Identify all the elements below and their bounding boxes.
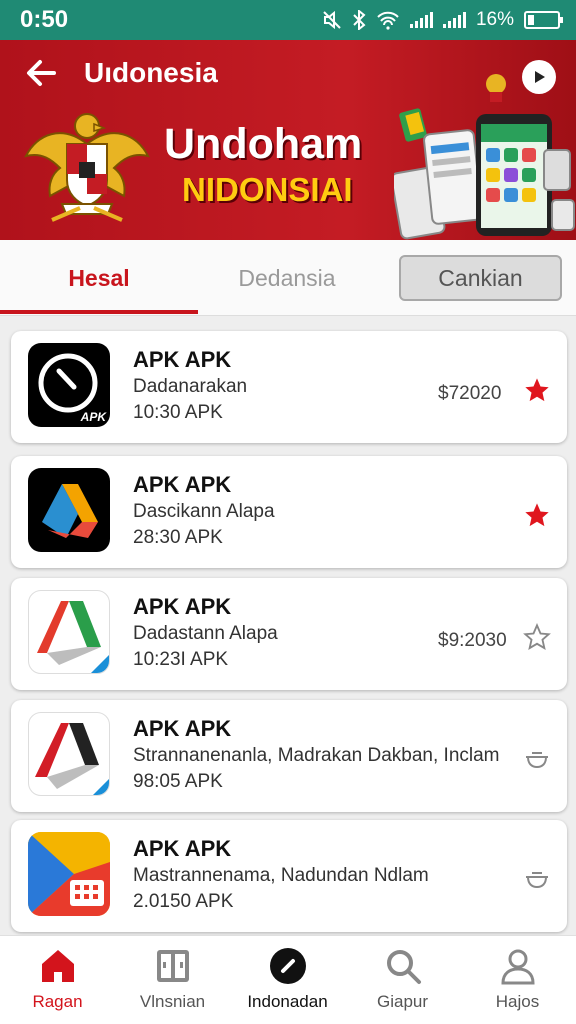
status-bar: 0:50 16% <box>0 0 576 40</box>
phones-illustration-icon <box>394 74 575 240</box>
app-price: $9:2030 <box>438 630 507 651</box>
app-subtitle: Dadastann Alapa <box>133 623 278 644</box>
app-icon-clock-icon: APK <box>28 343 110 427</box>
nav-label: Ragan <box>32 992 83 1011</box>
app-name: APK APK <box>133 347 232 372</box>
home-icon <box>42 950 74 982</box>
list-item[interactable]: APK APK Dascikann Alapa 28:30 APK <box>11 456 567 568</box>
cell-signal-2-icon <box>442 12 466 28</box>
app-subtitle: Dadanarakan <box>133 376 248 397</box>
app-icon-badge: APK <box>80 410 106 424</box>
search-icon <box>387 950 421 984</box>
app-name: APK APK <box>133 594 232 619</box>
nav-label: Vlnsnian <box>139 992 206 1011</box>
tab-cankian[interactable]: Cankian <box>399 255 562 301</box>
nav-label: Giapur <box>376 992 429 1011</box>
nav-item-hajos[interactable]: Hajos <box>460 936 575 1024</box>
app-icon-drive-icon <box>28 468 110 552</box>
banner-subheading: NIDONSIAI <box>182 171 353 208</box>
bowl-icon[interactable] <box>523 865 551 893</box>
nav-label: Hajos <box>495 992 540 1011</box>
app-icon-triangle-dark-icon <box>28 712 110 796</box>
mute-icon <box>323 10 341 30</box>
app-name: APK APK <box>133 836 232 861</box>
status-time: 0:50 <box>20 6 69 33</box>
page-title: Uıdonesia <box>84 57 218 88</box>
app-price: $72020 <box>438 383 502 404</box>
bowl-icon[interactable] <box>523 745 551 773</box>
nav-item-vlnsnian[interactable]: Vlnsnian <box>115 936 230 1024</box>
app-icon-play-store-icon <box>28 832 110 916</box>
book-icon <box>157 950 189 982</box>
compass-icon <box>270 948 306 984</box>
app-subtitle: Mastrannenama, Nadundan Ndlam <box>133 865 429 886</box>
bluetooth-icon <box>353 10 366 30</box>
list-item[interactable]: APK APK Strannanenanla, Madrakan Dakban,… <box>11 700 567 812</box>
app-name: APK APK <box>133 472 232 497</box>
app-name: APK APK <box>133 716 232 741</box>
person-icon <box>501 949 535 985</box>
star-filled-icon[interactable] <box>523 376 551 404</box>
nav-label: Indonadan <box>247 992 328 1011</box>
banner-heading: Undoham <box>164 120 363 168</box>
nav-item-ragan[interactable]: Ragan <box>0 936 115 1024</box>
play-icon <box>535 71 545 83</box>
status-icons: 16% <box>322 9 563 31</box>
app-version: 10:23I APK <box>133 649 229 670</box>
app-version: 28:30 APK <box>133 527 223 548</box>
play-button[interactable] <box>522 60 556 94</box>
app-subtitle: Dascikann Alapa <box>133 501 275 522</box>
tab-hesal[interactable]: Hesal <box>0 240 198 316</box>
star-outline-icon[interactable] <box>523 623 551 651</box>
app-icon-triangle-icon <box>28 590 110 674</box>
wifi-icon <box>377 11 399 30</box>
nav-item-giapur[interactable]: Giapur <box>345 936 460 1024</box>
garuda-emblem-icon <box>24 113 150 222</box>
battery-percent: 16% <box>475 9 514 30</box>
back-arrow-icon[interactable] <box>24 56 58 90</box>
cell-signal-icon <box>409 12 433 28</box>
list-item[interactable]: APK APK Mastrannenama, Nadundan Ndlam 2.… <box>11 820 567 932</box>
star-filled-icon[interactable] <box>523 501 551 529</box>
tab-bar: Hesal Dedansia Cankian <box>0 240 576 316</box>
bottom-nav: Ragan Vlnsnian Indonadan Giapur Hajos <box>0 935 576 1024</box>
tab-dedansia[interactable]: Dedansia <box>198 240 376 316</box>
header-banner: Uıdonesia Undoham NIDONSIAI <box>0 40 576 240</box>
app-subtitle: Strannanenanla, Madrakan Dakban, Inclam <box>133 745 500 766</box>
nav-item-indonadan[interactable]: Indonadan <box>230 936 345 1024</box>
app-version: 98:05 APK <box>133 771 223 792</box>
list-item[interactable]: APK APK Dadastann Alapa 10:23I APK $9:20… <box>11 578 567 690</box>
app-version: 10:30 APK <box>133 402 223 423</box>
list-item[interactable]: APK APK APK Dadanarakan 10:30 APK $72020 <box>11 331 567 443</box>
app-version: 2.0150 APK <box>133 891 234 912</box>
battery-icon <box>524 11 563 29</box>
